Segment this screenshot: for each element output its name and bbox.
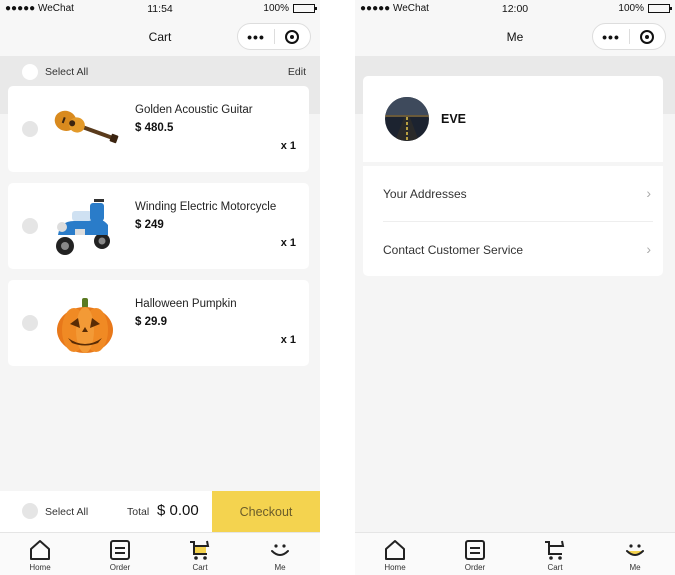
- item-price: $ 480.5: [135, 122, 174, 134]
- tab-bar: Home Order Cart Me: [355, 532, 675, 575]
- battery-percent: 100%: [263, 3, 289, 14]
- battery-status: 100%: [263, 3, 317, 14]
- checkout-bar: Select All Total $ 0.00 Checkout: [0, 491, 320, 532]
- item-quantity: x 1: [280, 237, 296, 249]
- cart-item[interactable]: Halloween Pumpkin $ 29.9 x 1: [8, 280, 309, 366]
- status-bar: ●●●●● WeChat 11:54 100%: [0, 0, 320, 18]
- chevron-right-icon: ›: [646, 185, 651, 201]
- select-all-label: Select All: [45, 66, 89, 78]
- tab-order[interactable]: Order: [435, 533, 515, 575]
- menu-item-label: Contact Customer Service: [383, 243, 524, 257]
- item-checkbox[interactable]: [22, 315, 38, 331]
- smiley-icon: [626, 544, 644, 556]
- order-icon: [465, 540, 485, 560]
- item-checkbox[interactable]: [22, 218, 38, 234]
- pumpkin-image: [57, 298, 113, 353]
- nav-bar: Cart •••: [0, 18, 320, 56]
- tab-label: Home: [29, 563, 51, 572]
- tab-me[interactable]: Me: [595, 533, 675, 575]
- tab-me[interactable]: Me: [240, 533, 320, 575]
- status-bar: ●●●●● WeChat 12:00 100%: [355, 0, 675, 18]
- item-price: $ 29.9: [135, 316, 167, 328]
- menu-item-customer-service[interactable]: Contact Customer Service ›: [363, 222, 663, 277]
- battery-percent: 100%: [618, 3, 644, 14]
- menu-card: Your Addresses › Contact Customer Servic…: [363, 166, 663, 276]
- cart-icon: [190, 540, 210, 560]
- tab-label: Cart: [192, 563, 208, 572]
- tab-label: Me: [274, 563, 286, 572]
- battery-icon: [648, 4, 672, 13]
- profile-card: EVE: [363, 76, 663, 162]
- item-checkbox[interactable]: [22, 121, 38, 137]
- chevron-right-icon: ›: [646, 241, 651, 257]
- battery-icon: [293, 4, 317, 13]
- username: EVE: [441, 112, 467, 126]
- tab-label: Me: [629, 563, 641, 572]
- smiley-icon: [271, 544, 289, 556]
- order-icon: [110, 540, 130, 560]
- cart-item[interactable]: Winding Electric Motorcycle $ 249 x 1: [8, 183, 309, 269]
- item-quantity: x 1: [280, 334, 296, 346]
- select-all-checkbox[interactable]: [22, 64, 38, 80]
- tab-label: Cart: [547, 563, 563, 572]
- guitar-image: [54, 110, 119, 144]
- item-name: Golden Acoustic Guitar: [135, 104, 253, 116]
- more-icon[interactable]: •••: [593, 30, 629, 44]
- select-all-row: Select All Edit: [0, 56, 320, 88]
- item-quantity: x 1: [280, 140, 296, 152]
- menu-item-label: Your Addresses: [383, 187, 467, 201]
- footer-select-all-checkbox[interactable]: [22, 503, 38, 519]
- battery-status: 100%: [618, 3, 672, 14]
- item-price: $ 249: [135, 219, 164, 231]
- cart-screen: ●●●●● WeChat 11:54 100% Cart ••• Select …: [0, 0, 320, 575]
- item-name: Winding Electric Motorcycle: [135, 201, 277, 213]
- nav-bar: Me •••: [355, 18, 675, 56]
- edit-button[interactable]: Edit: [288, 66, 306, 78]
- avatar[interactable]: [385, 97, 429, 141]
- tab-bar: Home Order Cart Me: [0, 532, 320, 575]
- miniprogram-capsule: •••: [237, 23, 311, 50]
- tab-home[interactable]: Home: [0, 533, 80, 575]
- home-icon: [385, 540, 405, 560]
- tab-label: Order: [109, 563, 131, 572]
- close-target-icon[interactable]: [630, 29, 665, 44]
- tab-cart[interactable]: Cart: [160, 533, 240, 575]
- checkout-button[interactable]: Checkout: [212, 491, 320, 532]
- total-label: Total: [127, 506, 150, 518]
- miniprogram-capsule: •••: [592, 23, 666, 50]
- home-icon: [30, 540, 50, 560]
- close-target-icon[interactable]: [275, 29, 310, 44]
- tab-order[interactable]: Order: [80, 533, 160, 575]
- total-value: $ 0.00: [157, 502, 199, 519]
- footer-select-all-label: Select All: [45, 506, 89, 518]
- tab-home[interactable]: Home: [355, 533, 435, 575]
- me-screen: ●●●●● WeChat 12:00 100% Me ••• EVE Your …: [355, 0, 675, 575]
- tab-label: Order: [464, 563, 486, 572]
- cart-item[interactable]: Golden Acoustic Guitar $ 480.5 x 1: [8, 86, 309, 172]
- tab-label: Home: [384, 563, 406, 572]
- cart-icon: [545, 540, 565, 560]
- scooter-image: [56, 199, 110, 255]
- menu-item-addresses[interactable]: Your Addresses ›: [363, 166, 663, 221]
- more-icon[interactable]: •••: [238, 30, 274, 44]
- item-name: Halloween Pumpkin: [135, 298, 237, 310]
- tab-cart[interactable]: Cart: [515, 533, 595, 575]
